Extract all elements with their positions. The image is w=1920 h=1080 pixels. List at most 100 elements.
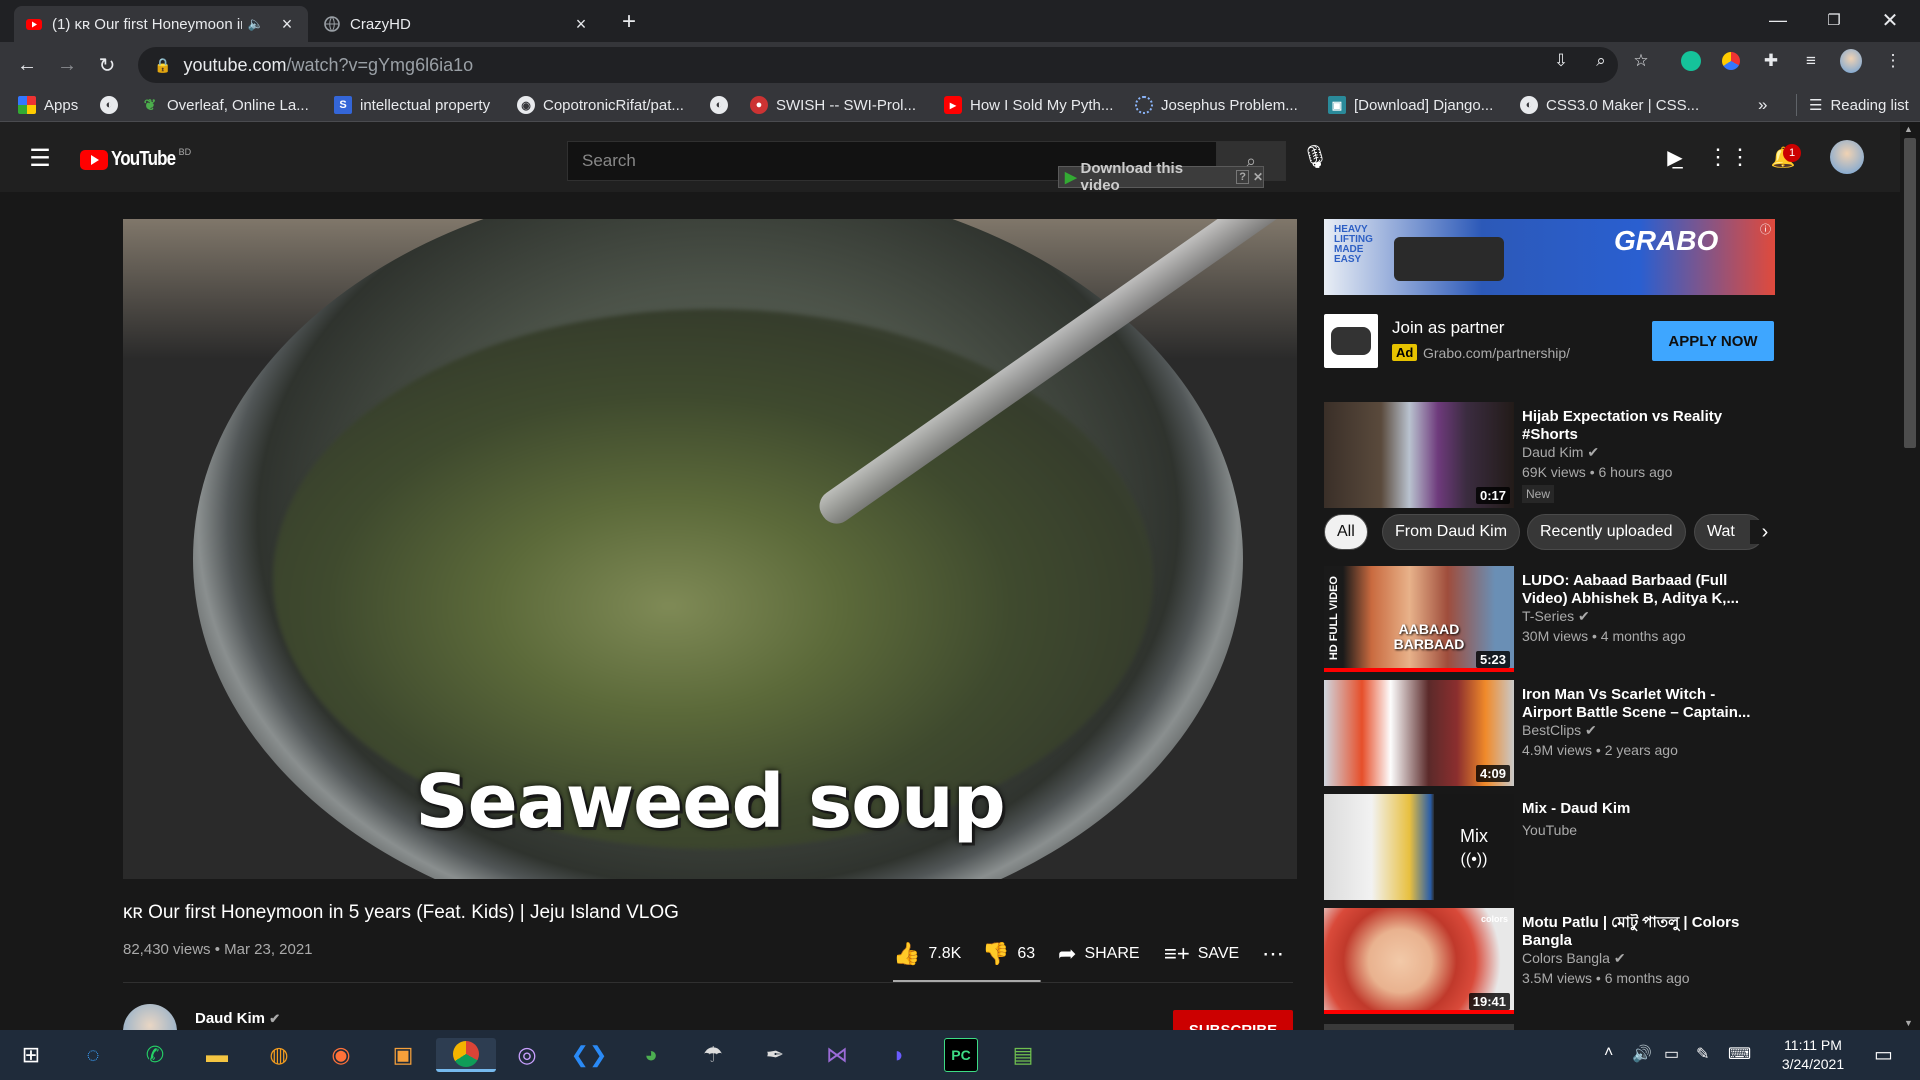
recommended-video-mix[interactable]: Mix ((•)) Mix - Daud Kim YouTube [1324, 794, 1784, 902]
media-queue-icon[interactable]: ≡ [1800, 50, 1822, 72]
channel-name[interactable]: T-Series ✔ [1522, 608, 1590, 625]
recommended-video[interactable]: colors 19:41 Motu Patlu | মোটু পাতলু | C… [1324, 908, 1784, 1016]
chrome-menu-icon[interactable]: ⋮ [1882, 50, 1904, 72]
vscode-icon[interactable]: ❮❯ [571, 1038, 608, 1072]
profile-avatar[interactable] [1840, 49, 1862, 73]
video-thumbnail[interactable]: HD FULL VIDEO AABAAD BARBAAD 5:23 [1324, 566, 1514, 672]
account-avatar[interactable] [1830, 140, 1864, 174]
chrome-taskbar-icon[interactable] [436, 1038, 496, 1072]
bookmark-globe[interactable]: ◐ [100, 94, 126, 116]
hamburger-menu-icon[interactable]: ☰ [26, 144, 54, 172]
firefox-icon[interactable]: ◉ [324, 1038, 358, 1072]
subscribe-button[interactable]: SUBSCRIBE [1173, 1010, 1293, 1030]
close-tab-icon[interactable]: × [278, 14, 296, 35]
ad-product-image[interactable] [1324, 314, 1378, 368]
forward-icon[interactable]: → [52, 50, 82, 80]
bookmark-josephus[interactable]: Josephus Problem... [1135, 94, 1298, 116]
video-title[interactable]: Motu Patlu | মোটু পাতলু | Colors Bangla [1522, 914, 1752, 950]
video-title[interactable]: Hijab Expectation vs Reality #Shorts [1522, 408, 1752, 444]
channel-avatar[interactable] [123, 1004, 177, 1030]
messenger-icon[interactable]: ◗ [882, 1038, 916, 1072]
windows-start-icon[interactable]: ⊞ [14, 1038, 48, 1072]
save-button[interactable]: ≡+ SAVE [1164, 940, 1239, 968]
share-button[interactable]: ➦ SHARE [1058, 940, 1140, 968]
grammarly-icon[interactable] [1681, 51, 1701, 71]
scroll-down-icon[interactable]: ▼ [1904, 1018, 1913, 1028]
microphone-icon[interactable]: 🎙 [1301, 144, 1329, 170]
help-icon[interactable]: ? [1236, 170, 1249, 184]
taskbar-clock[interactable]: 11:11 PM 3/24/2021 [1770, 1036, 1856, 1074]
close-tab-icon[interactable]: × [572, 14, 590, 35]
recommended-video[interactable]: HD FULL VIDEO AABAAD BARBAAD 5:23 LUDO: … [1324, 566, 1784, 674]
like-button[interactable]: 👍 7.8K [893, 940, 961, 968]
video-thumbnail[interactable]: colors 19:41 [1324, 908, 1514, 1014]
volume-icon[interactable]: 🔊 [1632, 1044, 1652, 1064]
security-app-icon[interactable]: ◍ [262, 1038, 296, 1072]
pen-icon[interactable]: ✎ [1696, 1044, 1709, 1064]
video-thumbnail[interactable]: Mix ((•)) [1324, 794, 1514, 900]
dislike-button[interactable]: 👎 63 [982, 940, 1035, 968]
bookmark-django[interactable]: ▣ [Download] Django... [1328, 94, 1493, 116]
chevron-right-icon[interactable]: › [1750, 520, 1780, 544]
download-video-bar[interactable]: ▶ Download this video ? ✕ [1058, 160, 1264, 194]
reading-list[interactable]: ☰ Reading list [1796, 94, 1909, 116]
bookmark-ip[interactable]: Sintellectual property [334, 94, 490, 116]
more-actions-icon[interactable]: ⋯ [1262, 940, 1284, 968]
lock-icon[interactable]: 🔒 [154, 57, 171, 74]
inkscape-icon[interactable]: ✒ [758, 1038, 792, 1072]
channel-name[interactable]: BestClips ✔ [1522, 722, 1597, 739]
ad-info-icon[interactable]: ⓘ [1760, 221, 1771, 237]
ad-banner[interactable]: HEAVY LIFTING MADE EASY GRABO ⓘ [1324, 219, 1775, 295]
scrollbar-thumb[interactable] [1904, 138, 1916, 448]
video-title[interactable]: Iron Man Vs Scarlet Witch - Airport Batt… [1522, 686, 1752, 722]
keyboard-icon[interactable]: ⌨ [1728, 1044, 1751, 1064]
paint-app-icon[interactable]: ☂ [696, 1038, 730, 1072]
whatsapp-icon[interactable]: ✆ [138, 1038, 172, 1072]
bookmark-star-icon[interactable]: ☆ [1630, 50, 1652, 72]
pycharm-icon[interactable]: PC [944, 1038, 978, 1072]
search-taskbar-icon[interactable]: ◌ [76, 1038, 110, 1072]
new-tab-button[interactable]: + [622, 8, 636, 36]
restore-icon[interactable]: ❐ [1806, 0, 1862, 40]
visual-studio-icon[interactable]: ⋈ [820, 1038, 854, 1072]
back-icon[interactable]: ← [12, 50, 42, 80]
zoom-icon[interactable]: ⌕ [1590, 50, 1612, 72]
reload-icon[interactable]: ↻ [92, 50, 122, 80]
tab-crazyhd[interactable]: CrazyHD × [312, 6, 602, 42]
video-title[interactable]: Mix - Daud Kim [1522, 800, 1752, 818]
tab-youtube[interactable]: (1) ᴋʀ Our first Honeymoon in 🔈 × [14, 6, 308, 42]
bookmark-globe-2[interactable]: ◐ [710, 94, 736, 116]
bookmarks-overflow[interactable]: » [1758, 94, 1767, 116]
speaker-icon[interactable]: 🔈 [248, 16, 264, 32]
minimize-icon[interactable]: — [1750, 0, 1806, 40]
extension-icon[interactable] [1722, 52, 1740, 70]
video-thumbnail[interactable]: 4:09 [1324, 680, 1514, 786]
channel-name[interactable]: Daud Kim ✔ [1522, 444, 1599, 461]
apps-icon[interactable]: ⋮⋮ [1707, 142, 1751, 172]
apply-now-button[interactable]: APPLY NOW [1652, 321, 1774, 361]
scroll-up-icon[interactable]: ▲ [1904, 124, 1913, 134]
recommended-video[interactable]: 0:17 Hijab Expectation vs Reality #Short… [1324, 402, 1784, 510]
window-close-icon[interactable]: ✕ [1862, 0, 1918, 40]
channel-name[interactable]: Daud Kim ✔ [195, 1010, 280, 1027]
maps-app-icon[interactable]: ◕ [634, 1038, 668, 1072]
chip-recently-uploaded[interactable]: Recently uploaded [1527, 514, 1686, 550]
puzzle-icon[interactable]: ✚ [1760, 50, 1782, 72]
chip-all[interactable]: All [1324, 514, 1368, 550]
bookmark-github[interactable]: ◉ CopotronicRifat/pat... [517, 94, 684, 116]
github-desktop-icon[interactable]: ◎ [510, 1038, 544, 1072]
spreadsheet-app-icon[interactable]: ▤ [1006, 1038, 1040, 1072]
channel-name[interactable]: YouTube [1522, 822, 1577, 838]
page-scrollbar[interactable]: ▲ ▼ [1900, 122, 1920, 1030]
address-bar[interactable]: 🔒 youtube.com/watch?v=gYmg6l6ia1o [138, 47, 1618, 83]
file-explorer-icon[interactable]: ▬ [200, 1038, 234, 1072]
create-video-icon[interactable]: ▶̲ [1660, 144, 1690, 170]
chip-from-daud-kim[interactable]: From Daud Kim [1382, 514, 1521, 550]
video-title[interactable]: LUDO: Aabaad Barbaad (Full Video) Abhish… [1522, 572, 1752, 608]
network-icon[interactable]: ▭ [1664, 1044, 1679, 1064]
channel-name[interactable]: Colors Bangla ✔ [1522, 950, 1626, 967]
ad-title[interactable]: Join as partner [1392, 318, 1504, 338]
close-icon[interactable]: ✕ [1253, 170, 1263, 184]
bookmark-apps[interactable]: Apps [18, 94, 78, 116]
video-thumbnail[interactable]: 0:17 [1324, 402, 1514, 508]
